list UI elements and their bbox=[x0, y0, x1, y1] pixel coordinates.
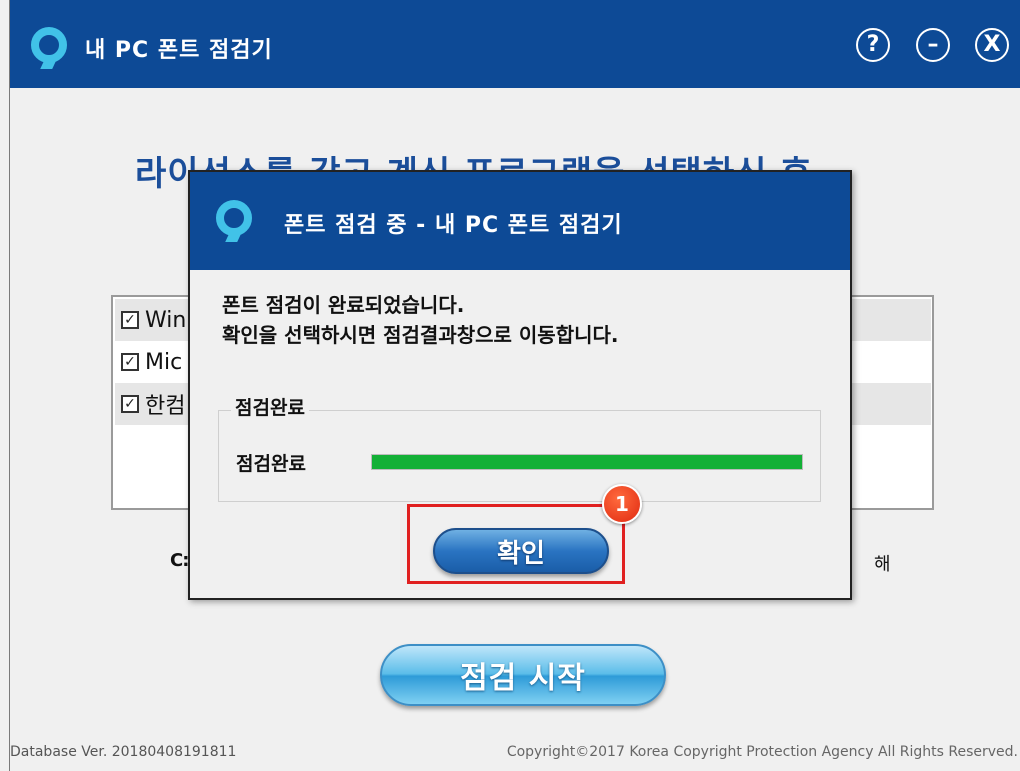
dialog-message-line2: 확인을 선택하시면 점검결과창으로 이동합니다. bbox=[222, 323, 619, 347]
step-badge: 1 bbox=[602, 484, 642, 524]
path-suffix: 해 bbox=[874, 554, 891, 575]
start-scan-button[interactable]: 점검 시작 bbox=[380, 644, 666, 706]
progress-fill bbox=[372, 455, 802, 469]
close-button[interactable]: X bbox=[975, 28, 1009, 62]
minimize-button[interactable]: – bbox=[916, 28, 950, 62]
dialog-title: 폰트 점검 중 - 내 PC 폰트 점검기 bbox=[284, 213, 623, 238]
checkbox-checked-icon[interactable]: ✓ bbox=[121, 395, 139, 413]
location-pin-icon bbox=[216, 200, 252, 236]
progress-bar bbox=[371, 454, 803, 470]
help-button[interactable]: ? bbox=[856, 28, 890, 62]
program-label: Mic bbox=[145, 349, 183, 375]
database-version: Database Ver. 20180408191811 bbox=[10, 744, 237, 760]
checkbox-checked-icon[interactable]: ✓ bbox=[121, 353, 139, 371]
start-scan-label: 점검 시작 bbox=[460, 661, 586, 696]
dialog-message-line1: 폰트 점검이 완료되었습니다. bbox=[222, 293, 465, 317]
status-label: 점검완료 bbox=[236, 453, 306, 475]
main-titlebar: 내 PC 폰트 점검기 ? – X bbox=[10, 0, 1020, 88]
location-pin-icon bbox=[31, 27, 67, 63]
main-window-title: 내 PC 폰트 점검기 bbox=[85, 38, 273, 63]
program-label: Win bbox=[145, 307, 187, 333]
status-group: 점검완료 점검완료 bbox=[218, 393, 821, 502]
checkbox-checked-icon[interactable]: ✓ bbox=[121, 311, 139, 329]
status-group-title: 점검완료 bbox=[231, 393, 309, 420]
dialog-titlebar: 폰트 점검 중 - 내 PC 폰트 점검기 bbox=[190, 172, 850, 270]
highlight-box bbox=[407, 504, 625, 584]
program-label: 한컴 bbox=[145, 394, 186, 419]
copyright-text: Copyright©2017 Korea Copyright Protectio… bbox=[506, 744, 1018, 760]
dialog-message: 폰트 점검이 완료되었습니다. 확인을 선택하시면 점검결과창으로 이동합니다. bbox=[222, 290, 619, 350]
